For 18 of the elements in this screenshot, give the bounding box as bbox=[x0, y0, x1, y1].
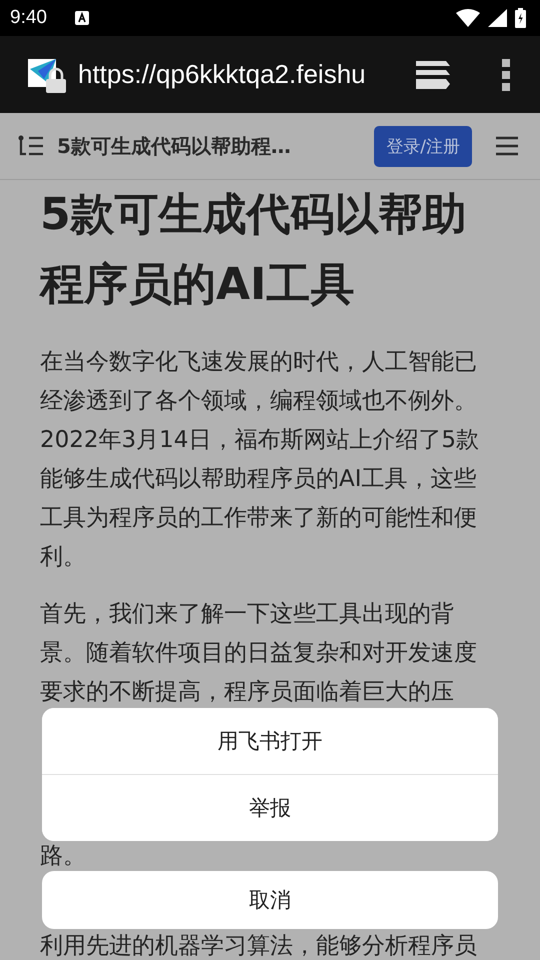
document-title: 5款可生成代码以帮助程… bbox=[57, 132, 292, 160]
article-title: 5款可生成代码以帮助程序员的AI工具 bbox=[40, 188, 468, 312]
article-paragraph: 首先，我们来了解一下这些工具出现的背 景。随着软件项目的日益复杂和对开发速度 要求的不断提高，程序员面临着巨大的压 bbox=[40, 600, 478, 707]
wifi-icon bbox=[456, 9, 480, 27]
menu-icon[interactable] bbox=[496, 136, 518, 156]
outline-icon[interactable] bbox=[18, 135, 44, 157]
article-paragraph: 在当今数字化飞速发展的时代，人工智能已 经渗透到了各个领域，编程领域也不例外。 2022年3月14日，福布斯网站上介绍了5款 能够生成代码以帮助程序员的AI工具，这些 工具为程序员的工作带来了新的可能性和便 利。 bbox=[40, 348, 480, 572]
cancel-button[interactable]: 取消 bbox=[42, 871, 498, 929]
login-button[interactable]: 登录/注册 bbox=[374, 126, 472, 166]
battery-icon bbox=[515, 8, 526, 28]
notification-icon bbox=[74, 11, 89, 25]
tabs-icon[interactable] bbox=[416, 60, 452, 88]
signal-icon bbox=[488, 9, 507, 27]
status-time: 9:40 bbox=[10, 7, 47, 29]
more-options-icon[interactable] bbox=[502, 58, 510, 90]
article-text: 利用先进的机器学习算法，能够分析程序员 bbox=[40, 933, 478, 960]
article-text: 路。 bbox=[40, 842, 87, 871]
secure-site-icon bbox=[28, 56, 68, 92]
